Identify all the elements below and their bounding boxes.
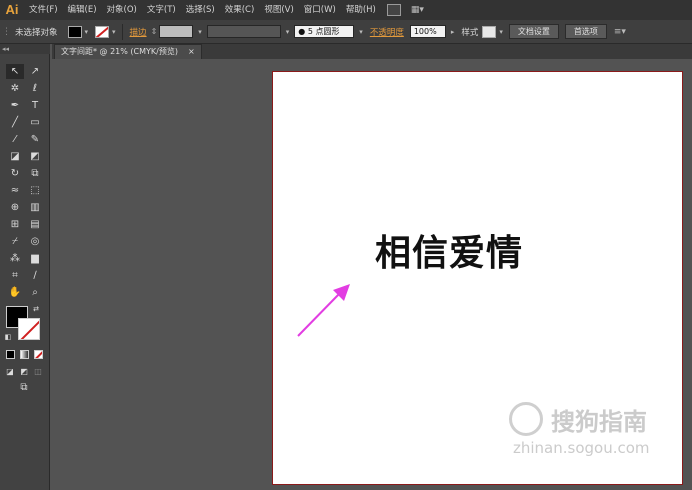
brush-label: 5 点圆形	[307, 27, 340, 36]
menu-type[interactable]: 文字(T)	[142, 0, 181, 20]
column-graph-tool-icon[interactable]: ▆	[26, 251, 44, 266]
variable-width-field[interactable]	[206, 25, 281, 38]
opacity-field[interactable]: 100%	[409, 25, 446, 38]
menu-view[interactable]: 视图(V)	[259, 0, 298, 20]
shape-builder-tool-icon[interactable]: ⊕	[6, 200, 24, 215]
artboard[interactable]: 相信爱情 搜狗指南 zhinan.sogou.com	[272, 71, 683, 485]
watermark: 搜狗指南 zhinan.sogou.com	[509, 402, 650, 457]
pencil-tool-icon[interactable]: ✎	[26, 132, 44, 147]
selection-tool-icon[interactable]: ↖	[6, 64, 24, 79]
stroke-label[interactable]: 描边	[126, 26, 151, 38]
eraser-tool-icon[interactable]: ◩	[26, 149, 44, 164]
draw-inside-icon[interactable]: ◫	[32, 366, 44, 377]
chevron-down-icon[interactable]: ▾	[85, 28, 89, 36]
menu-effect[interactable]: 效果(C)	[220, 0, 260, 20]
rotate-tool-icon[interactable]: ↻	[6, 166, 24, 181]
arrange-documents-icon[interactable]: ▦▾	[411, 4, 429, 16]
divider	[121, 23, 123, 40]
chevron-down-icon[interactable]: ▾	[198, 28, 202, 36]
document-tab-title: 文字间距* @ 21% (CMYK/预览)	[61, 47, 178, 56]
fill-swatch[interactable]	[67, 25, 82, 38]
paintbrush-tool-icon[interactable]: ⁄	[6, 132, 24, 147]
document-setup-button[interactable]: 文档设置	[508, 24, 559, 39]
eyedropper-tool-icon[interactable]: ⌿	[6, 234, 24, 249]
menu-edit[interactable]: 编辑(E)	[63, 0, 102, 20]
mesh-tool-icon[interactable]: ⊞	[6, 217, 24, 232]
line-tool-icon[interactable]: ╱	[6, 115, 24, 130]
control-bar: ⋮ 未选择对象 ▾ ▾ 描边 ⇕ ▾ ▾ ● 5 点圆形 ▾ 不透明度 100%…	[0, 20, 692, 44]
draw-behind-icon[interactable]: ◩	[18, 366, 30, 377]
lasso-tool-icon[interactable]: ℓ	[26, 81, 44, 96]
screen-mode-icon[interactable]: ⧉	[14, 382, 34, 394]
panel-menu-icon[interactable]: ≡▾	[614, 27, 626, 37]
brush-definition-field[interactable]: ● 5 点圆形	[294, 25, 355, 38]
blend-tool-icon[interactable]: ◎	[26, 234, 44, 249]
gradient-mode-icon[interactable]	[20, 350, 29, 359]
blob-brush-tool-icon[interactable]: ◪	[6, 149, 24, 164]
chevron-down-icon[interactable]: ▾	[112, 28, 116, 36]
tools-panel: ↖ ↗ ✲ ℓ ✒ T ╱ ▭ ⁄ ✎ ◪ ◩ ↻ ⧉ ≈ ⬚ ⊕ ▥ ⊞ ▤ …	[0, 54, 50, 490]
stepper-icon[interactable]: ⇕	[151, 27, 158, 36]
swap-colors-icon[interactable]: ⇄	[30, 304, 42, 314]
close-icon[interactable]: ×	[188, 45, 195, 59]
hand-tool-icon[interactable]: ✋	[6, 285, 24, 300]
watermark-logo-icon	[509, 402, 543, 436]
menu-help[interactable]: 帮助(H)	[341, 0, 381, 20]
pen-tool-icon[interactable]: ✒	[6, 98, 24, 113]
rectangle-tool-icon[interactable]: ▭	[26, 115, 44, 130]
stroke-weight-field[interactable]	[159, 25, 194, 38]
artboard-tool-icon[interactable]: ⌗	[6, 268, 24, 283]
default-colors-icon[interactable]: ◧	[2, 332, 14, 342]
chevron-right-icon[interactable]: ▸	[451, 28, 455, 36]
app-logo: Ai	[5, 2, 19, 17]
menu-file[interactable]: 文件(F)	[24, 0, 63, 20]
tools-panel-header[interactable]: ◂◂	[0, 44, 50, 54]
color-mode-icon[interactable]	[6, 350, 15, 359]
document-tab[interactable]: 文字间距* @ 21% (CMYK/预览) ×	[54, 44, 202, 59]
menu-window[interactable]: 窗口(W)	[299, 0, 341, 20]
menu-select[interactable]: 选择(S)	[181, 0, 220, 20]
warp-tool-icon[interactable]: ≈	[6, 183, 24, 198]
none-mode-icon[interactable]	[34, 350, 43, 359]
document-tab-bar: 文字间距* @ 21% (CMYK/预览) ×	[52, 44, 692, 59]
gradient-tool-icon[interactable]: ▤	[26, 217, 44, 232]
magic-wand-tool-icon[interactable]: ✲	[6, 81, 24, 96]
stroke-color-box[interactable]	[18, 318, 40, 340]
draw-normal-icon[interactable]: ◪	[4, 366, 16, 377]
menu-object[interactable]: 对象(O)	[102, 0, 142, 20]
free-transform-tool-icon[interactable]: ⬚	[26, 183, 44, 198]
bridge-icon[interactable]	[386, 4, 401, 16]
artwork-text[interactable]: 相信爱情	[375, 224, 523, 276]
selection-status: 未选择对象	[15, 27, 58, 38]
zoom-tool-icon[interactable]: ⌕	[26, 285, 44, 300]
chevron-down-icon[interactable]: ▾	[499, 28, 503, 36]
style-label: 样式	[461, 27, 479, 38]
chevron-down-icon[interactable]: ▾	[359, 28, 363, 36]
symbol-sprayer-tool-icon[interactable]: ⁂	[6, 251, 24, 266]
menu-bar: Ai 文件(F) 编辑(E) 对象(O) 文字(T) 选择(S) 效果(C) 视…	[0, 0, 692, 20]
style-swatch[interactable]	[482, 25, 497, 38]
slice-tool-icon[interactable]: ∕	[26, 268, 44, 283]
type-tool-icon[interactable]: T	[26, 98, 44, 113]
watermark-url: zhinan.sogou.com	[513, 439, 650, 457]
stroke-swatch[interactable]	[95, 25, 110, 38]
opacity-label[interactable]: 不透明度	[366, 26, 408, 38]
chevron-down-icon[interactable]: ▾	[286, 28, 290, 36]
scale-tool-icon[interactable]: ⧉	[26, 166, 44, 181]
dot-icon: ●	[298, 27, 306, 36]
perspective-grid-tool-icon[interactable]: ▥	[26, 200, 44, 215]
direct-selection-tool-icon[interactable]: ↗	[26, 64, 44, 79]
preferences-button[interactable]: 首选项	[564, 24, 607, 39]
panel-grip-icon: ⋮	[2, 26, 11, 37]
none-icon	[96, 26, 109, 37]
